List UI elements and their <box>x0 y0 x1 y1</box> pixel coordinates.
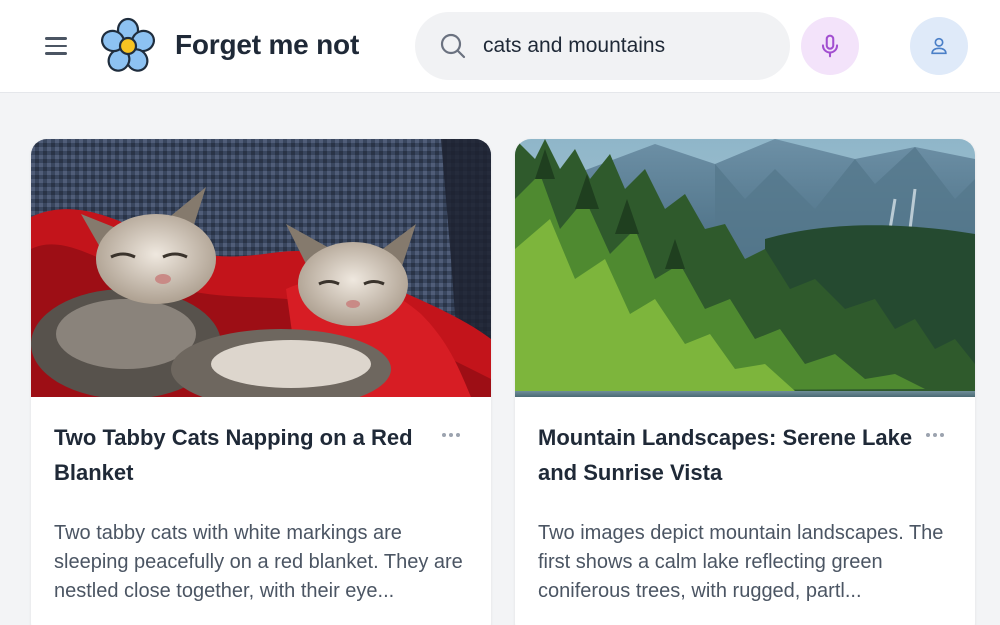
card-image-mountains[interactable] <box>515 139 975 397</box>
user-icon <box>931 37 947 55</box>
more-options-button[interactable] <box>923 423 947 447</box>
microphone-icon <box>821 34 839 58</box>
photo-card[interactable]: Mountain Landscapes: Serene Lake and Sun… <box>515 139 975 625</box>
search-input[interactable] <box>483 26 773 66</box>
search-icon <box>440 33 466 59</box>
microphone-button[interactable] <box>801 17 859 75</box>
card-description: Two tabby cats with white markings are s… <box>54 522 463 602</box>
more-horizontal-icon <box>442 433 460 437</box>
more-options-button[interactable] <box>439 423 463 447</box>
card-description: Two images depict mountain landscapes. T… <box>538 522 944 602</box>
forget-me-not-flower-icon <box>100 17 156 72</box>
card-title: Two Tabby Cats Napping on a Red Blanket <box>54 425 413 485</box>
user-avatar-button[interactable] <box>910 17 968 75</box>
app-title: Forget me not <box>175 29 360 60</box>
top-app-bar: Forget me not <box>0 0 1000 93</box>
card-title: Mountain Landscapes: Serene Lake and Sun… <box>538 425 913 485</box>
more-horizontal-icon <box>926 433 944 437</box>
hamburger-menu-icon[interactable] <box>40 30 72 62</box>
photo-card[interactable]: Two Tabby Cats Napping on a Red Blanket … <box>31 139 491 625</box>
card-image-cats[interactable] <box>31 139 491 397</box>
search-bar[interactable] <box>415 12 790 80</box>
